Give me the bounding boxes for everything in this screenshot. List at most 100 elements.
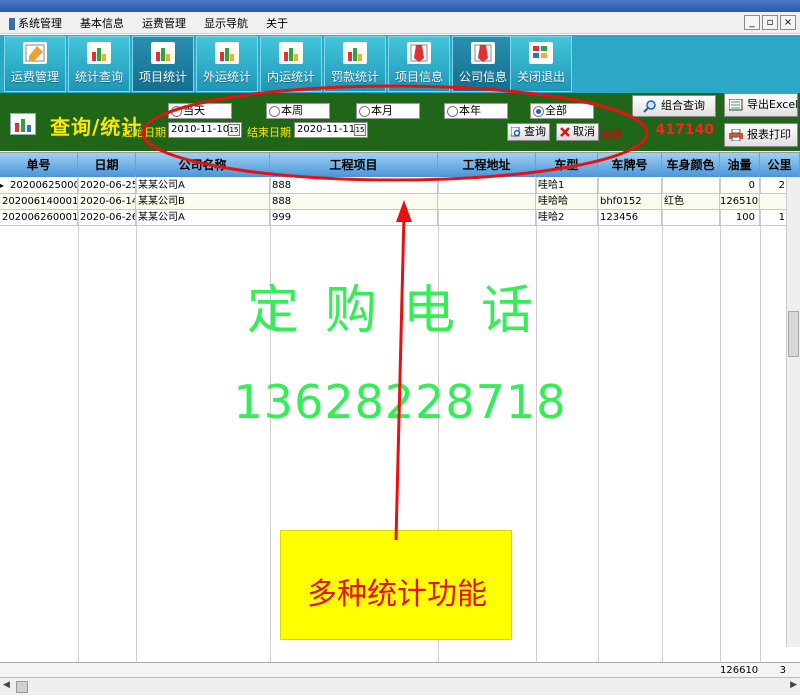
export-excel-button[interactable]: 导出Excel <box>724 93 798 117</box>
radio-all[interactable]: 全部 <box>530 103 594 119</box>
menu-bar: 系统管理 基本信息 运费管理 显示导航 关于 _ ▫ × <box>0 12 800 34</box>
total-label: 总额 <box>600 128 622 141</box>
menu-navigation[interactable]: 显示导航 <box>195 15 257 31</box>
toolbar-project-info[interactable]: 项目信息 <box>388 36 450 92</box>
radio-this-week[interactable]: 本周 <box>266 103 330 119</box>
table-cell: 2020-06-26 <box>78 210 136 226</box>
restore-button[interactable]: ▫ <box>762 15 778 30</box>
table-row[interactable]: 202006260001 2020-06-26 某某公司A 999 哇哈2 12… <box>0 210 790 226</box>
chart-icon <box>343 42 367 64</box>
search-icon <box>511 127 521 137</box>
toolbar-label: 罚款统计 <box>330 70 379 84</box>
current-row-icon: ▸ <box>0 181 5 190</box>
chart-icon <box>279 42 303 64</box>
column-header[interactable]: 公里 <box>760 153 800 177</box>
toolbar-company-info[interactable]: 公司信息 <box>452 36 514 92</box>
radio-this-year[interactable]: 本年 <box>444 103 508 119</box>
toolbar-fine-stats[interactable]: 罚款统计 <box>324 36 386 92</box>
scroll-right-icon[interactable]: ▶ <box>790 680 797 690</box>
combo-query-button[interactable]: 组合查询 <box>632 95 716 117</box>
toolbar-stats-query[interactable]: 统计查询 <box>68 36 130 92</box>
cancel-button[interactable]: 取消 <box>556 123 599 141</box>
table-cell: 123456 <box>598 210 662 226</box>
calendar-icon[interactable]: 15 <box>228 124 240 136</box>
main-toolbar: 运费管理 统计查询 项目统计 外运统计 内运统计 罚款统计 项目信息 公司信息 … <box>0 35 800 93</box>
table-cell: 202006250001 <box>8 178 78 194</box>
table-cell: 999 <box>270 210 438 226</box>
column-header[interactable]: 工程项目 <box>270 153 438 177</box>
table-row[interactable]: ▸ 202006250001 2020-06-25 某某公司A 888 哇哈1 … <box>0 178 790 194</box>
chart-icon <box>215 42 239 64</box>
end-date-label: 结束日期 <box>247 126 291 139</box>
table-cell: 202006260001 <box>0 210 78 226</box>
toolbar-label: 项目统计 <box>138 70 187 84</box>
end-date-value: 2020-11-11 <box>297 124 356 135</box>
menu-basic-info[interactable]: 基本信息 <box>71 15 133 31</box>
chart-icon <box>87 42 111 64</box>
toolbar-outbound-stats[interactable]: 外运统计 <box>196 36 258 92</box>
column-header[interactable]: 单号 <box>0 153 78 177</box>
combo-query-label: 组合查询 <box>661 99 705 112</box>
cancel-button-label: 取消 <box>573 125 595 138</box>
table-cell: 100 <box>720 210 760 226</box>
table-cell <box>438 178 536 194</box>
pencil-icon <box>471 42 495 64</box>
menu-freight[interactable]: 运费管理 <box>133 15 195 31</box>
table-row[interactable]: 202006140001 2020-06-14 某某公司B 888 哇哈哈 bh… <box>0 194 790 210</box>
table-cell: 哇哈2 <box>536 210 598 226</box>
column-header[interactable]: 公司名称 <box>136 153 270 177</box>
toolbar-close-exit[interactable]: 关闭退出 <box>510 36 572 92</box>
printer-icon <box>729 129 743 141</box>
table-cell <box>438 210 536 226</box>
summary-row: 126610 3 <box>0 662 800 678</box>
query-button[interactable]: 查询 <box>507 123 550 141</box>
table-cell: 某某公司A <box>136 178 270 194</box>
column-header[interactable]: 工程地址 <box>438 153 536 177</box>
table-cell: bhf0152 <box>598 194 662 210</box>
horizontal-scrollbar[interactable]: ◀ ▶ <box>0 677 800 695</box>
table-cell: 某某公司B <box>136 194 270 210</box>
menu-system[interactable]: 系统管理 <box>0 15 71 31</box>
edit-icon <box>23 42 47 64</box>
column-header[interactable]: 车身颜色 <box>662 153 720 177</box>
chart-icon <box>10 113 36 135</box>
scrollbar-thumb[interactable] <box>16 681 28 693</box>
table-cell: 888 <box>270 194 438 210</box>
scroll-left-icon[interactable]: ◀ <box>3 680 10 690</box>
radio-today[interactable]: 当天 <box>168 103 232 119</box>
toolbar-project-stats[interactable]: 项目统计 <box>132 36 194 92</box>
toolbar-inbound-stats[interactable]: 内运统计 <box>260 36 322 92</box>
calendar-icon[interactable]: 15 <box>354 124 366 136</box>
start-date-value: 2010-11-10 <box>171 124 230 135</box>
close-icon <box>560 127 570 137</box>
toolbar-label: 外运统计 <box>202 70 251 84</box>
column-header[interactable]: 车型 <box>536 153 598 177</box>
table-cell: 红色 <box>662 194 720 210</box>
table-cell: 某某公司A <box>136 210 270 226</box>
table-cell: 2020-06-14 <box>78 194 136 210</box>
print-report-button[interactable]: 报表打印 <box>724 123 798 147</box>
toolbar-label: 项目信息 <box>394 70 443 84</box>
total-value: 417140 <box>632 120 720 140</box>
print-report-label: 报表打印 <box>747 128 791 141</box>
toolbar-label: 关闭退出 <box>516 70 565 84</box>
table-cell: 0 <box>720 178 760 194</box>
radio-this-month[interactable]: 本月 <box>356 103 420 119</box>
toolbar-label: 内运统计 <box>266 70 315 84</box>
start-date-label: 起始日期 <box>122 126 166 139</box>
excel-icon <box>729 99 743 111</box>
promo-title: 定购电话 <box>246 281 559 341</box>
table-cell <box>598 178 662 194</box>
table-cell: 202006140001 <box>0 194 78 210</box>
menu-about[interactable]: 关于 <box>257 15 297 31</box>
chart-icon <box>151 42 175 64</box>
end-date-field[interactable]: 2020-11-11 15 <box>294 122 368 138</box>
minimize-button[interactable]: _ <box>744 15 760 30</box>
callout-text: 多种统计功能 <box>307 577 487 612</box>
start-date-field[interactable]: 2010-11-10 15 <box>168 122 242 138</box>
column-header[interactable]: 车牌号 <box>598 153 662 177</box>
close-button[interactable]: × <box>780 15 796 30</box>
column-header[interactable]: 日期 <box>78 153 136 177</box>
toolbar-freight-management[interactable]: 运费管理 <box>4 36 66 92</box>
column-header[interactable]: 油量 <box>720 153 760 177</box>
